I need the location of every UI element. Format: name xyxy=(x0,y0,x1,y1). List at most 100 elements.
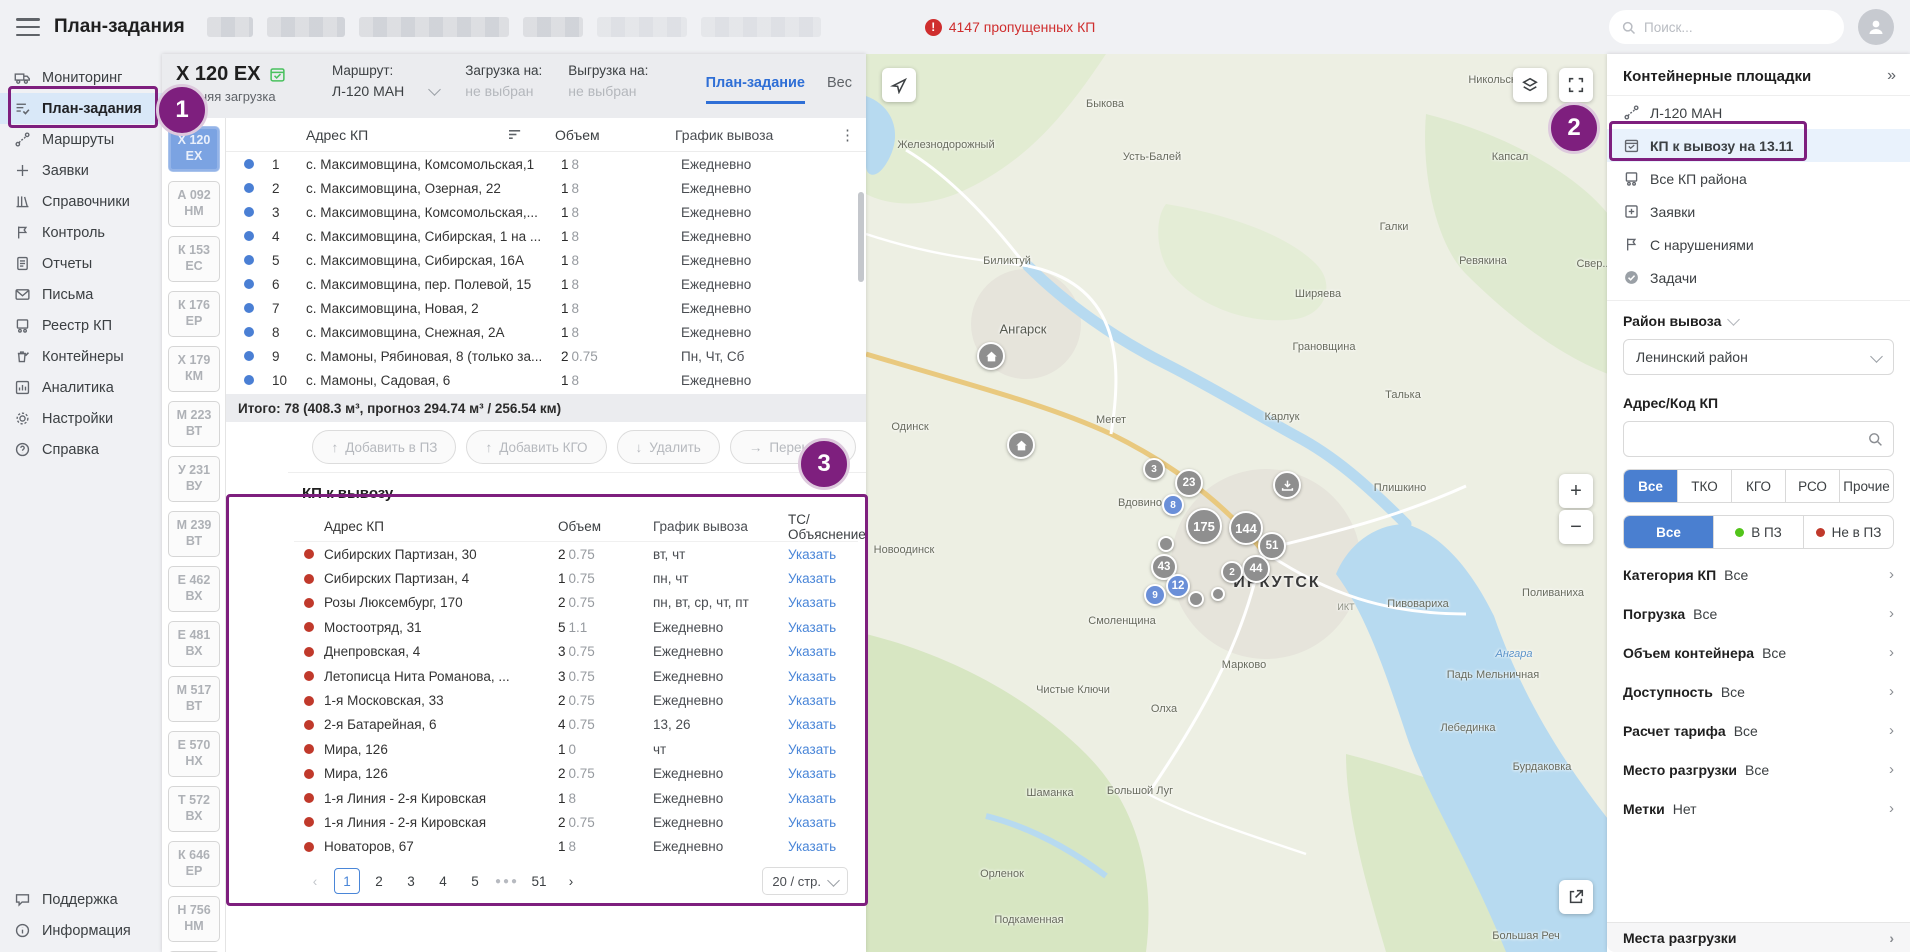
table-menu-icon[interactable]: ⋮ xyxy=(840,126,860,144)
map-zoom-in-button[interactable]: + xyxy=(1559,474,1593,508)
page-4[interactable]: 4 xyxy=(430,868,456,894)
specify-link[interactable]: Указать xyxy=(788,815,836,830)
type-filter-РСО[interactable]: РСО xyxy=(1785,470,1839,502)
specify-link[interactable]: Указать xyxy=(788,547,836,562)
map-cluster[interactable]: 44 xyxy=(1242,555,1270,583)
specify-link[interactable]: Указать xyxy=(788,644,836,659)
pickup-row[interactable]: 1-я Линия - 2-я Кировская 20.75 Ежедневн… xyxy=(294,810,858,834)
type-filter-Все[interactable]: Все xyxy=(1624,470,1677,502)
specify-link[interactable]: Указать xyxy=(788,595,836,610)
table-row[interactable]: 10 с. Мамоны, Садовая, 6 18 Ежедневно xyxy=(226,368,866,392)
sidebar-item-Отчеты[interactable]: Отчеты xyxy=(0,248,162,279)
load-value[interactable]: не выбран xyxy=(465,83,542,99)
map-cluster[interactable] xyxy=(1188,591,1204,607)
sidebar-item-Информация[interactable]: Информация xyxy=(0,915,162,946)
filter-Расчет тарифа[interactable]: Расчет тарифаВсе› xyxy=(1607,711,1910,750)
pickup-row[interactable]: Мира, 126 20.75 Ежедневно Указать xyxy=(294,762,858,786)
address-code-input[interactable] xyxy=(1634,431,1867,447)
filter-Объем контейнера[interactable]: Объем контейнераВсе› xyxy=(1607,633,1910,672)
sidebar-item-Мониторинг[interactable]: Мониторинг xyxy=(0,62,162,93)
sidebar-item-Письма[interactable]: Письма xyxy=(0,279,162,310)
unload-places-footer[interactable]: Места разгрузки› xyxy=(1607,922,1910,952)
type-filter-ТКО[interactable]: ТКО xyxy=(1677,470,1731,502)
vehicle-chip[interactable]: Т 572ВХ xyxy=(168,786,220,832)
panel-item-Заявки[interactable]: Заявки xyxy=(1607,195,1910,228)
pickup-row[interactable]: Розы Люксембург, 170 20.75 пн, вт, ср, ч… xyxy=(294,591,858,615)
page-5[interactable]: 5 xyxy=(462,868,488,894)
panel-item-КП к вывозу на 13.11[interactable]: КП к вывозу на 13.11 xyxy=(1607,129,1910,162)
vehicle-chip[interactable]: У 231ВУ xyxy=(168,456,220,502)
specify-link[interactable]: Указать xyxy=(788,766,836,781)
type-filter-КГО[interactable]: КГО xyxy=(1731,470,1785,502)
sidebar-item-Справка[interactable]: Справка xyxy=(0,434,162,465)
map-locate-button[interactable] xyxy=(882,68,916,102)
vehicle-chip[interactable]: А 092НМ xyxy=(168,181,220,227)
vehicle-chip[interactable]: Е 462ВХ xyxy=(168,566,220,612)
tab-План-задание[interactable]: План-задание xyxy=(706,75,805,104)
page-51[interactable]: 51 xyxy=(526,868,552,894)
sidebar-item-Поддержка[interactable]: Поддержка xyxy=(0,884,162,915)
map-canvas[interactable]: НикольскБыковаЖелезнодорожныйУсть-БалейК… xyxy=(866,54,1607,952)
pickup-row[interactable]: 1-я Линия - 2-я Кировская 18 Ежедневно У… xyxy=(294,786,858,810)
collapse-panel-icon[interactable]: » xyxy=(1887,67,1896,85)
sidebar-item-Маршруты[interactable]: Маршруты xyxy=(0,124,162,155)
pickup-row[interactable]: Новаторов, 67 18 Ежедневно Указать xyxy=(294,835,858,859)
button-Удалить[interactable]: ↓Удалить xyxy=(617,430,720,464)
map-cluster[interactable]: 3 xyxy=(1143,458,1165,480)
button-Добавить КГО[interactable]: ↑Добавить КГО xyxy=(466,430,606,464)
address-code-input-box[interactable] xyxy=(1623,421,1894,457)
vehicle-chip[interactable]: Н 756НМ xyxy=(168,896,220,942)
page-size-select[interactable]: 20 / стр. xyxy=(762,867,848,895)
map-fullscreen-button[interactable] xyxy=(1559,68,1593,102)
vehicle-chip[interactable]: Е 570НХ xyxy=(168,731,220,777)
map-cluster[interactable]: 144 xyxy=(1229,511,1263,545)
route-select[interactable]: Л-120 МАН xyxy=(332,83,439,99)
specify-link[interactable]: Указать xyxy=(788,839,836,854)
vehicle-chip[interactable]: К 153ЕС xyxy=(168,236,220,282)
table-row[interactable]: 9 с. Мамоны, Рябиновая, 8 (только за... … xyxy=(226,344,866,368)
map-pin[interactable] xyxy=(1273,471,1301,499)
pickup-row[interactable]: Мостоотряд, 31 51.1 Ежедневно Указать xyxy=(294,615,858,639)
filter-Метки[interactable]: МеткиНет› xyxy=(1607,789,1910,828)
filter-Погрузка[interactable]: ПогрузкаВсе› xyxy=(1607,594,1910,633)
page-3[interactable]: 3 xyxy=(398,868,424,894)
upper-table-scrollbar[interactable] xyxy=(858,192,864,282)
map-cluster[interactable]: 2 xyxy=(1221,561,1243,583)
specify-link[interactable]: Указать xyxy=(788,791,836,806)
pickup-row[interactable]: Летописца Нита Романова, ... 30.75 Ежедн… xyxy=(294,664,858,688)
vehicle-chip[interactable]: Е 481ВХ xyxy=(168,621,220,667)
panel-item-Л-120 МАН[interactable]: Л-120 МАН xyxy=(1607,96,1910,129)
table-row[interactable]: 2 с. Максимовщина, Озерная, 22 18 Ежедне… xyxy=(226,176,866,200)
panel-item-Все КП района[interactable]: Все КП района xyxy=(1607,162,1910,195)
button-Добавить в ПЗ[interactable]: ↑Добавить в ПЗ xyxy=(312,430,456,464)
specify-link[interactable]: Указать xyxy=(788,693,836,708)
sidebar-item-Аналитика[interactable]: Аналитика xyxy=(0,372,162,403)
filter-Место разгрузки[interactable]: Место разгрузкиВсе› xyxy=(1607,750,1910,789)
panel-item-С нарушениями[interactable]: С нарушениями xyxy=(1607,228,1910,261)
sidebar-item-Заявки[interactable]: Заявки xyxy=(0,155,162,186)
table-row[interactable]: 4 с. Максимовщина, Сибирская, 1 на ... 1… xyxy=(226,224,866,248)
missed-kp-alert[interactable]: ! 4147 пропущенных КП xyxy=(925,19,1096,36)
page-next[interactable]: › xyxy=(558,868,584,894)
sidebar-item-Настройки[interactable]: Настройки xyxy=(0,403,162,434)
sidebar-item-Справочники[interactable]: Справочники xyxy=(0,186,162,217)
map-zoom-out-button[interactable]: − xyxy=(1559,510,1593,544)
specify-link[interactable]: Указать xyxy=(788,669,836,684)
tab-Вес[interactable]: Вес xyxy=(827,75,852,104)
filter-Доступность[interactable]: ДоступностьВсе› xyxy=(1607,672,1910,711)
map-pin[interactable] xyxy=(1007,431,1035,459)
global-search[interactable] xyxy=(1609,10,1844,44)
page-ellipsis[interactable]: ●●● xyxy=(494,868,520,894)
panel-item-Задачи[interactable]: Задачи xyxy=(1607,261,1910,294)
specify-link[interactable]: Указать xyxy=(788,571,836,586)
vehicle-chip[interactable]: М 239ВТ xyxy=(168,511,220,557)
search-icon[interactable] xyxy=(1867,431,1883,447)
page-prev[interactable]: ‹ xyxy=(302,868,328,894)
type-filter-Прочие[interactable]: Прочие xyxy=(1839,470,1893,502)
vehicle-chip[interactable]: М 223ВТ xyxy=(168,401,220,447)
sort-icon[interactable] xyxy=(508,128,523,141)
sidebar-item-Контейнеры[interactable]: Контейнеры xyxy=(0,341,162,372)
specify-link[interactable]: Указать xyxy=(788,620,836,635)
vehicle-chip[interactable]: К 176ЕР xyxy=(168,291,220,337)
table-row[interactable]: 1 с. Максимовщина, Комсомольская,1 18 Еж… xyxy=(226,152,866,176)
